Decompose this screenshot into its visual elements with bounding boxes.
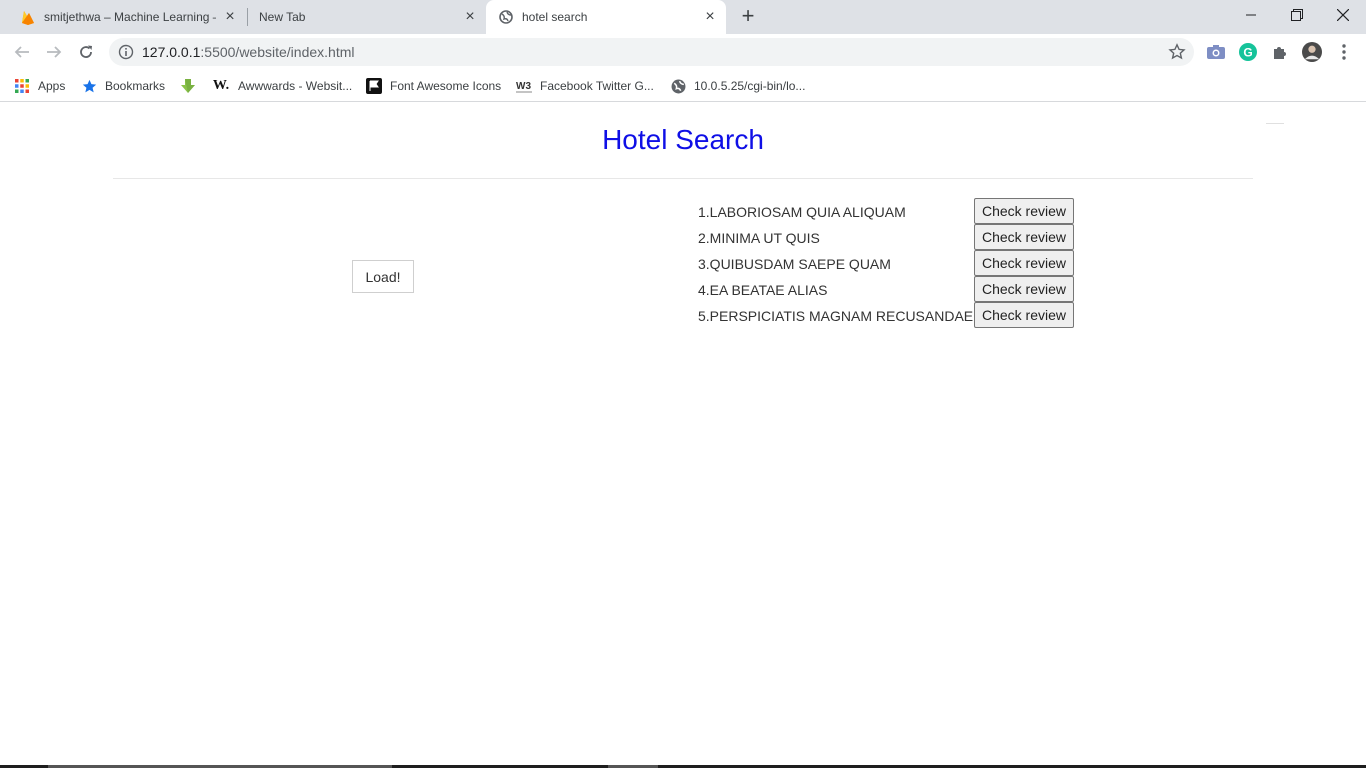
bookmark-label: Font Awesome Icons <box>390 79 502 93</box>
address-bar[interactable]: 127.0.0.1:5500/website/index.html <box>109 38 1194 66</box>
restore-icon[interactable] <box>1274 0 1320 30</box>
tab-hotel-search[interactable]: hotel search × <box>486 0 726 34</box>
tab-title: hotel search <box>522 10 588 24</box>
firebase-icon <box>20 9 36 25</box>
page-content: Hotel Search Load! 1.LABORIOSAM QUIA ALI… <box>0 103 1366 768</box>
window-close-icon[interactable] <box>1320 0 1366 30</box>
globe-icon <box>498 9 514 25</box>
bookmark-awwwards[interactable]: W. Awwwards - Websit... <box>212 76 352 96</box>
browser-toolbar: 127.0.0.1:5500/website/index.html G <box>0 34 1366 70</box>
divider <box>113 178 1253 179</box>
w3-icon: W3 <box>516 78 532 94</box>
tab-title: smitjethwa – Machine Learning – <box>44 10 216 24</box>
tab-smitjethwa[interactable]: smitjethwa – Machine Learning – × <box>0 0 246 34</box>
svg-text:G: G <box>1243 46 1252 60</box>
list-item: 5.PERSPICIATIS MAGNAM RECUSANDAE Check r… <box>698 302 1098 328</box>
back-arrow-icon[interactable] <box>10 40 34 64</box>
check-review-button[interactable]: Check review <box>974 250 1074 276</box>
tab-strip: smitjethwa – Machine Learning – × New Ta… <box>0 0 1366 34</box>
bookmark-bookmarks[interactable]: Bookmarks <box>81 76 165 96</box>
tab-title: New Tab <box>259 10 306 24</box>
list-item: 1.LABORIOSAM QUIA ALIQUAM Check review <box>698 198 1098 224</box>
url-text: 127.0.0.1:5500/website/index.html <box>142 44 355 60</box>
globe-icon <box>670 78 686 94</box>
check-review-button[interactable]: Check review <box>974 276 1074 302</box>
page-title: Hotel Search <box>602 124 764 155</box>
list-item: 3.QUIBUSDAM SAEPE QUAM Check review <box>698 250 1098 276</box>
check-review-button[interactable]: Check review <box>974 224 1074 250</box>
list-item: 4.EA BEATAE ALIAS Check review <box>698 276 1098 302</box>
load-button[interactable]: Load! <box>352 260 414 293</box>
close-icon[interactable]: × <box>462 9 478 25</box>
profile-avatar-icon[interactable] <box>1302 42 1322 62</box>
hotel-list: 1.LABORIOSAM QUIA ALIQUAM Check review 2… <box>698 198 1098 328</box>
hotel-name: 5.PERSPICIATIS MAGNAM RECUSANDAE <box>698 308 974 324</box>
menu-kebab-icon[interactable] <box>1334 42 1354 62</box>
svg-text:W3: W3 <box>516 81 531 92</box>
bookmark-apps[interactable]: Apps <box>14 76 65 96</box>
bookmark-label: Apps <box>38 79 66 93</box>
check-review-button[interactable]: Check review <box>974 198 1074 224</box>
forward-arrow-icon[interactable] <box>42 40 66 64</box>
flag-icon <box>366 78 382 94</box>
hotel-name: 4.EA BEATAE ALIAS <box>698 282 828 298</box>
check-review-button[interactable]: Check review <box>974 302 1074 328</box>
hotel-name: 1.LABORIOSAM QUIA ALIQUAM <box>698 204 906 220</box>
bookmark-font-awesome[interactable]: Font Awesome Icons <box>366 76 501 96</box>
close-icon[interactable]: × <box>702 9 718 25</box>
hotel-name: 2.MINIMA UT QUIS <box>698 230 820 246</box>
grammarly-icon[interactable]: G <box>1238 42 1258 62</box>
camera-extension-icon[interactable] <box>1206 42 1226 62</box>
bookmark-download[interactable] <box>180 76 204 96</box>
hotel-name: 3.QUIBUSDAM SAEPE QUAM <box>698 256 891 272</box>
bookmark-label: Bookmarks <box>105 79 166 93</box>
extensions-puzzle-icon[interactable] <box>1270 42 1290 62</box>
bookmark-facebook-twitter[interactable]: W3 Facebook Twitter G... <box>516 76 654 96</box>
new-tab-plus-icon[interactable]: + <box>738 5 758 27</box>
bookmarks-bar: Apps Bookmarks W. Awwwards - Websit... F… <box>0 70 1366 102</box>
apps-grid-icon <box>14 78 30 94</box>
bookmark-label: Facebook Twitter G... <box>540 79 654 93</box>
reload-icon[interactable] <box>74 40 98 64</box>
bookmark-label: Awwwards - Websit... <box>238 79 353 93</box>
bookmark-star-icon[interactable] <box>1168 43 1186 61</box>
w-logo-icon: W. <box>212 78 230 93</box>
minimize-icon[interactable] <box>1228 0 1274 30</box>
download-arrow-icon <box>180 78 196 94</box>
bookmark-cgi-bin[interactable]: 10.0.5.25/cgi-bin/lo... <box>670 76 805 96</box>
info-icon[interactable] <box>118 44 134 60</box>
close-icon[interactable]: × <box>222 9 238 25</box>
star-icon <box>81 78 97 94</box>
bookmark-label: 10.0.5.25/cgi-bin/lo... <box>694 79 806 93</box>
list-item: 2.MINIMA UT QUIS Check review <box>698 224 1098 250</box>
tab-new-tab[interactable]: New Tab × <box>238 0 486 34</box>
